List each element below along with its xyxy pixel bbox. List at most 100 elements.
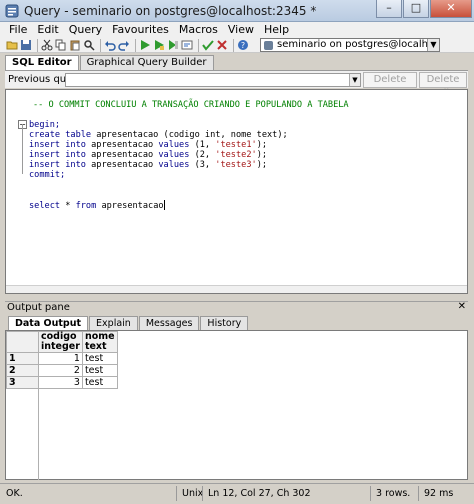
cell-codigo[interactable]: 2 (38, 364, 83, 377)
close-button[interactable]: ✕ (430, 0, 472, 18)
sql-comment-line: -- O COMMIT CONCLUIU A TRANSAÇÃO CRIANDO… (33, 100, 349, 110)
paste-icon[interactable] (69, 39, 81, 51)
tab-explain[interactable]: Explain (89, 316, 138, 330)
tab-messages[interactable]: Messages (138, 316, 200, 330)
sql-create-kw: create table (29, 130, 92, 140)
sql-begin: begin; (29, 120, 61, 130)
execute-pgscript-icon[interactable] (153, 39, 165, 51)
help-icon[interactable]: ? (237, 39, 249, 51)
menu-view[interactable]: View (223, 22, 259, 37)
sql-insert-kw: insert into (29, 140, 86, 150)
sql-insert-args: (2, (189, 150, 216, 160)
table-row[interactable]: 1 1 test (6, 352, 118, 365)
sql-insert-line: insert into apresentacao values (1, 'tes… (29, 140, 267, 150)
menu-macros[interactable]: Macros (174, 22, 223, 37)
row-header-divider (38, 377, 39, 480)
corner-cell (6, 331, 39, 353)
sql-commit: commit; (29, 170, 66, 180)
column-type: integer (41, 341, 80, 352)
row-number[interactable]: 2 (6, 364, 39, 377)
column-header-nome[interactable]: nome text (81, 331, 118, 353)
table-header-row: codigo integer nome text (6, 331, 118, 353)
cell-nome[interactable]: test (81, 364, 118, 377)
explain-icon[interactable] (181, 39, 193, 51)
sql-select-line: select * from apresentacao (29, 200, 165, 211)
find-icon[interactable] (83, 39, 95, 51)
chevron-down-icon[interactable]: ▼ (349, 74, 360, 86)
connection-value: seminario on postgres@localhost:2345 (277, 39, 440, 50)
redo-icon[interactable] (118, 39, 130, 51)
menu-file[interactable]: File (4, 22, 32, 37)
column-type: text (84, 341, 107, 352)
commit-icon[interactable] (202, 39, 214, 51)
menu-bar: File Edit Query Favourites Macros View H… (0, 22, 474, 37)
status-cursor-position: Ln 12, Col 27, Ch 302 (208, 488, 311, 499)
fold-guide (22, 124, 23, 174)
cell-nome[interactable]: test (81, 376, 118, 389)
text-cursor (163, 200, 165, 210)
sql-insert-string: 'teste3' (215, 160, 257, 170)
delete-button[interactable]: Delete (363, 72, 417, 88)
copy-icon[interactable] (55, 39, 67, 51)
execute-to-file-icon[interactable] (167, 39, 179, 51)
sql-values-kw: values (158, 150, 190, 160)
connection-select[interactable]: seminario on postgres@localhost:2345 ▼ (260, 38, 440, 52)
tab-sql-editor[interactable]: SQL Editor (5, 55, 79, 70)
editor-horizontal-scrollbar[interactable] (6, 285, 467, 293)
sql-insert-table: apresentacao (85, 150, 159, 160)
cell-codigo[interactable]: 1 (38, 352, 83, 365)
column-header-codigo[interactable]: codigo integer (38, 331, 83, 353)
close-icon[interactable]: ✕ (458, 301, 466, 312)
tab-graphical-query-builder[interactable]: Graphical Query Builder (79, 55, 214, 70)
row-number[interactable]: 1 (6, 352, 39, 365)
execute-icon[interactable] (139, 39, 151, 51)
save-icon[interactable] (20, 39, 32, 51)
previous-queries-row: Previous queries ▼ Delete Delete All (5, 70, 468, 99)
status-eol: Unix (182, 488, 204, 499)
editor-tabs: SQL Editor Graphical Query Builder (5, 55, 215, 70)
output-pane-header: Output pane ✕ (5, 301, 468, 314)
cell-nome[interactable]: test (81, 352, 118, 365)
sql-commit-line: commit; (29, 170, 65, 180)
sql-editor[interactable]: -- O COMMIT CONCLUIU A TRANSAÇÃO CRIANDO… (5, 89, 468, 294)
sql-values-kw: values (158, 140, 190, 150)
sql-from-kw: from (75, 201, 97, 211)
menu-help[interactable]: Help (259, 22, 294, 37)
maximize-button[interactable]: □ (403, 0, 429, 18)
row-number[interactable]: 3 (6, 376, 39, 389)
rollback-icon[interactable] (216, 39, 228, 51)
previous-queries-select[interactable]: ▼ (65, 73, 361, 87)
sql-insert-table: apresentacao (85, 160, 159, 170)
sql-insert-line: insert into apresentacao values (3, 'tes… (29, 160, 267, 170)
sql-insert-end: ); (256, 150, 268, 160)
pgadmin-query-icon (5, 4, 19, 18)
undo-icon[interactable] (104, 39, 116, 51)
menu-query[interactable]: Query (64, 22, 107, 37)
delete-all-button[interactable]: Delete All (419, 72, 467, 99)
chevron-down-icon[interactable]: ▼ (427, 39, 439, 51)
sql-insert-args: (1, (189, 140, 216, 150)
status-row-count: 3 rows. (376, 488, 411, 499)
table-row[interactable]: 2 2 test (6, 364, 118, 377)
open-file-icon[interactable] (6, 39, 18, 51)
tab-history[interactable]: History (200, 316, 249, 330)
status-bar: OK. Unix Ln 12, Col 27, Ch 302 3 rows. 9… (0, 483, 474, 504)
status-exec-time: 92 ms (424, 488, 454, 499)
minimize-button[interactable]: – (376, 0, 402, 18)
table-row[interactable]: 3 3 test (6, 376, 118, 389)
menu-edit[interactable]: Edit (32, 22, 63, 37)
sql-insert-table: apresentacao (85, 140, 159, 150)
sql-insert-end: ); (256, 160, 268, 170)
cell-codigo[interactable]: 3 (38, 376, 83, 389)
window-title: Query - seminario on postgres@localhost:… (24, 4, 317, 18)
sql-insert-args: (3, (189, 160, 216, 170)
cut-icon[interactable] (41, 39, 53, 51)
database-icon (264, 41, 273, 50)
sql-values-kw: values (158, 160, 190, 170)
sql-create-rest: apresentacao (codigo int, nome text); (91, 130, 288, 140)
result-table: codigo integer nome text 1 1 test 2 2 test… (6, 331, 118, 389)
sql-insert-line: insert into apresentacao values (2, 'tes… (29, 150, 267, 160)
tab-data-output[interactable]: Data Output (8, 316, 89, 330)
output-pane-title: Output pane (7, 302, 70, 313)
menu-favourites[interactable]: Favourites (107, 22, 174, 37)
